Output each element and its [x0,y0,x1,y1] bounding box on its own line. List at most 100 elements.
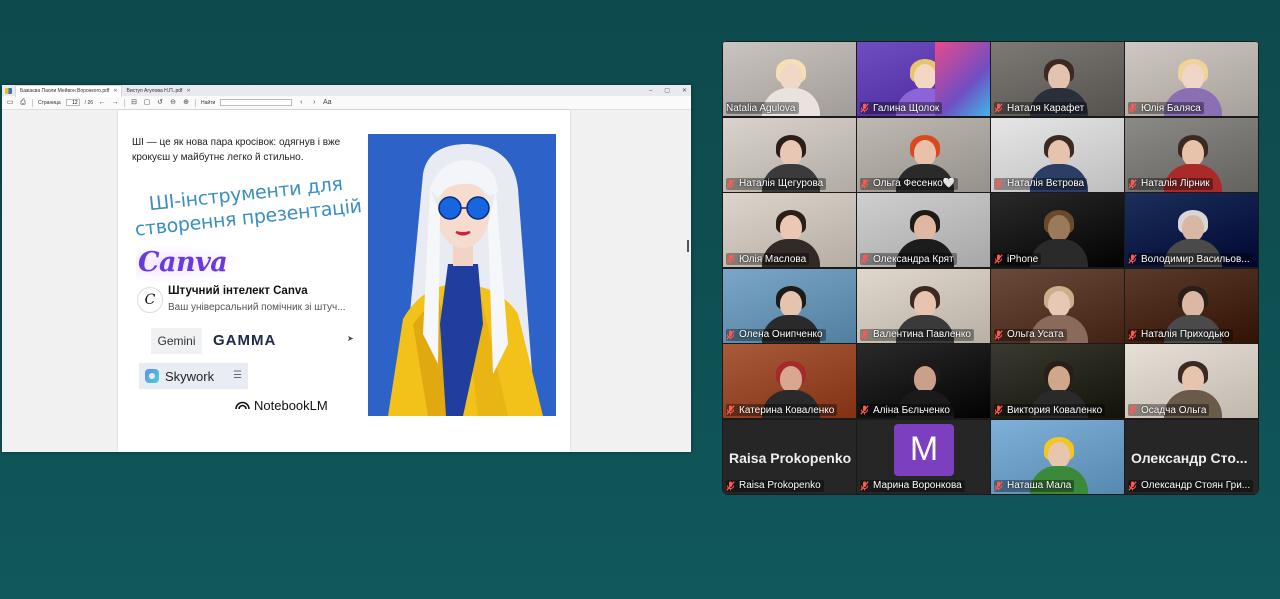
video-call-grid: Natalia Agulova Галина Щолок Наталя Карафе… [722,41,1259,495]
participant-tile[interactable]: Олександр Сто... Олександр Стоян Гри... [1125,419,1258,494]
chevron-right-icon[interactable]: › [310,99,318,107]
canva-ai-icon: C [137,287,163,313]
participant-tile[interactable]: Галина Щолок [857,42,990,116]
arrow-right-icon[interactable]: → [111,99,119,107]
participant-tile[interactable]: iPhone [991,193,1124,267]
close-icon[interactable]: ✕ [113,88,117,94]
participant-name: Natalia Agulova [726,102,796,114]
tab-document-2[interactable]: Виступ Агулова Н.П..pdf ✕ [122,85,194,96]
participant-tile[interactable]: Наталія Приходько [1125,268,1258,343]
scrollbar[interactable] [687,240,689,252]
participant-display-name: Raisa Prokopenko [729,449,852,466]
participant-tile[interactable]: Володимир Васильов... [1125,193,1258,267]
tab-document-1[interactable]: Бажаєва Паоли Мейвон Воронкого.pdf ✕ [15,85,123,97]
participant-name-tag: Наталя Карафет [994,102,1088,114]
participant-tile[interactable]: Raisa Prokopenko Raisa Prokopenko [723,419,856,494]
search-input[interactable] [220,99,293,106]
mic-off-icon [994,254,1003,264]
slide-heading: ШІ-інструменти для створення презентацій [133,172,363,241]
arrow-left-icon[interactable]: ← [98,99,106,107]
participant-tile[interactable]: Юлія Маслова [723,193,856,267]
participant-name-tag: Ольга Фесенко🤍 [860,177,959,190]
participant-name-tag: Валентина Павленко [860,328,974,341]
participant-tile[interactable]: Катерина Коваленко [723,344,856,418]
participant-tile[interactable]: Осадча Ольга [1125,344,1258,418]
mic-off-icon [1128,329,1137,340]
participant-name-tag: Катерина Коваленко [726,404,838,416]
zoom-in-icon[interactable]: ⊕ [182,99,190,107]
participant-tile[interactable]: Наталя Карафет [991,42,1124,116]
participant-tile[interactable]: Наталія Лірник [1125,117,1258,192]
mic-off-icon [726,480,735,491]
menu-icon: ☰ [233,370,242,381]
participant-tile[interactable]: Виктория Коваленко [991,344,1124,418]
participant-tile[interactable]: M Марина Воронкова [857,419,990,494]
participant-tile[interactable]: Наталія Вєтрова [991,117,1124,192]
print-icon[interactable]: ⎙ [19,99,27,107]
mic-off-icon [860,480,869,491]
participant-tile[interactable]: Олена Онипченко [723,268,856,343]
participant-name: Катерина Коваленко [739,404,835,416]
maximize-icon[interactable]: ▢ [664,87,670,94]
participant-name: Наталія Лірник [1141,178,1210,189]
participant-tile[interactable]: Наталія Щегурова [723,117,856,192]
participant-tile[interactable]: Natalia Agulova [723,42,856,116]
participant-name: Володимир Васильов... [1141,253,1250,265]
tab-label: Виступ Агулова Н.П..pdf [126,87,183,94]
pdf-viewer-window: Бажаєва Паоли Мейвон Воронкого.pdf ✕ Вис… [2,85,691,452]
minimize-icon[interactable]: – [649,88,652,94]
participant-tile[interactable]: Наташа Мала [991,419,1124,494]
gemini-logo: Gemini [151,328,202,354]
pdf-toolbar: ▭ ⎙ Страница / 26 ← → ⊟ ▢ ↺ ⊖ ⊕ Найти ‹ … [2,96,691,110]
document-area[interactable]: ШІ — це як нова пара кросівок: одягнув і… [2,110,691,452]
mic-off-icon [1128,103,1137,113]
participant-tile[interactable]: Ольга Усата [991,268,1124,343]
slide-illustration [368,134,556,416]
gemini-label: Gemini [157,334,196,348]
window-close-icon[interactable]: ✕ [682,87,687,94]
page-number-input[interactable] [65,99,80,106]
skywork-logo: Skywork ☰ [139,363,248,389]
participant-name: Наташа Мала [1007,480,1072,491]
mic-off-icon [726,329,735,340]
zoom-out-icon[interactable]: ⊖ [169,99,177,107]
open-folder-icon[interactable]: ▭ [6,99,14,107]
mic-off-icon [726,178,735,189]
canva-wordmark: Canva [138,247,228,278]
participant-name-tag: Володимир Васильов... [1128,253,1253,265]
participant-tile[interactable]: Олександра Крят [857,193,990,267]
app-logo-icon [5,87,12,94]
participant-name: Марина Воронкова [873,480,962,491]
total-pages: / 26 [84,99,94,106]
participant-name-tag: Наталія Приходько [1128,328,1233,341]
mic-off-icon [1128,405,1137,415]
participant-display-name: Олександр Сто... [1131,449,1248,466]
participant-tile[interactable]: Аліна Бєльченко [857,344,990,418]
participant-tile[interactable]: Ольга Фесенко🤍 [857,117,990,192]
participant-name: Наталя Карафет [1007,102,1085,114]
text-size-icon[interactable]: Aa [323,99,332,107]
rotate-icon[interactable]: ↺ [156,99,164,107]
chevron-left-icon[interactable]: ‹ [297,99,305,107]
divider [124,98,126,107]
participant-name: Наталія Щегурова [739,178,824,189]
participant-name: Галина Щолок [873,102,940,114]
divider [32,98,33,107]
fit-page-icon[interactable]: ⊟ [130,99,138,107]
canva-ai-title: Штучний інтелект Canva [168,285,308,297]
mic-off-icon [1128,178,1137,189]
participant-name-tag: iPhone [994,253,1042,265]
participant-name: Raisa Prokopenko [739,480,821,491]
participant-name-tag: Марина Воронкова [860,479,965,492]
participant-tile[interactable]: Юлія Баляса [1125,42,1258,116]
fit-width-icon[interactable]: ▢ [143,99,151,107]
close-icon[interactable]: ✕ [186,88,190,94]
participant-name-tag: Наталія Щегурова [726,177,827,190]
mouse-cursor-icon: ➤ [347,334,354,343]
mic-off-icon [860,103,869,113]
participant-name-tag: Юлія Баляса [1128,102,1204,114]
participant-name-tag: Наталія Лірник [1128,177,1213,190]
mic-off-icon [726,254,735,264]
participant-tile[interactable]: Валентина Павленко [857,268,990,343]
participant-name-tag: Аліна Бєльченко [860,404,953,416]
